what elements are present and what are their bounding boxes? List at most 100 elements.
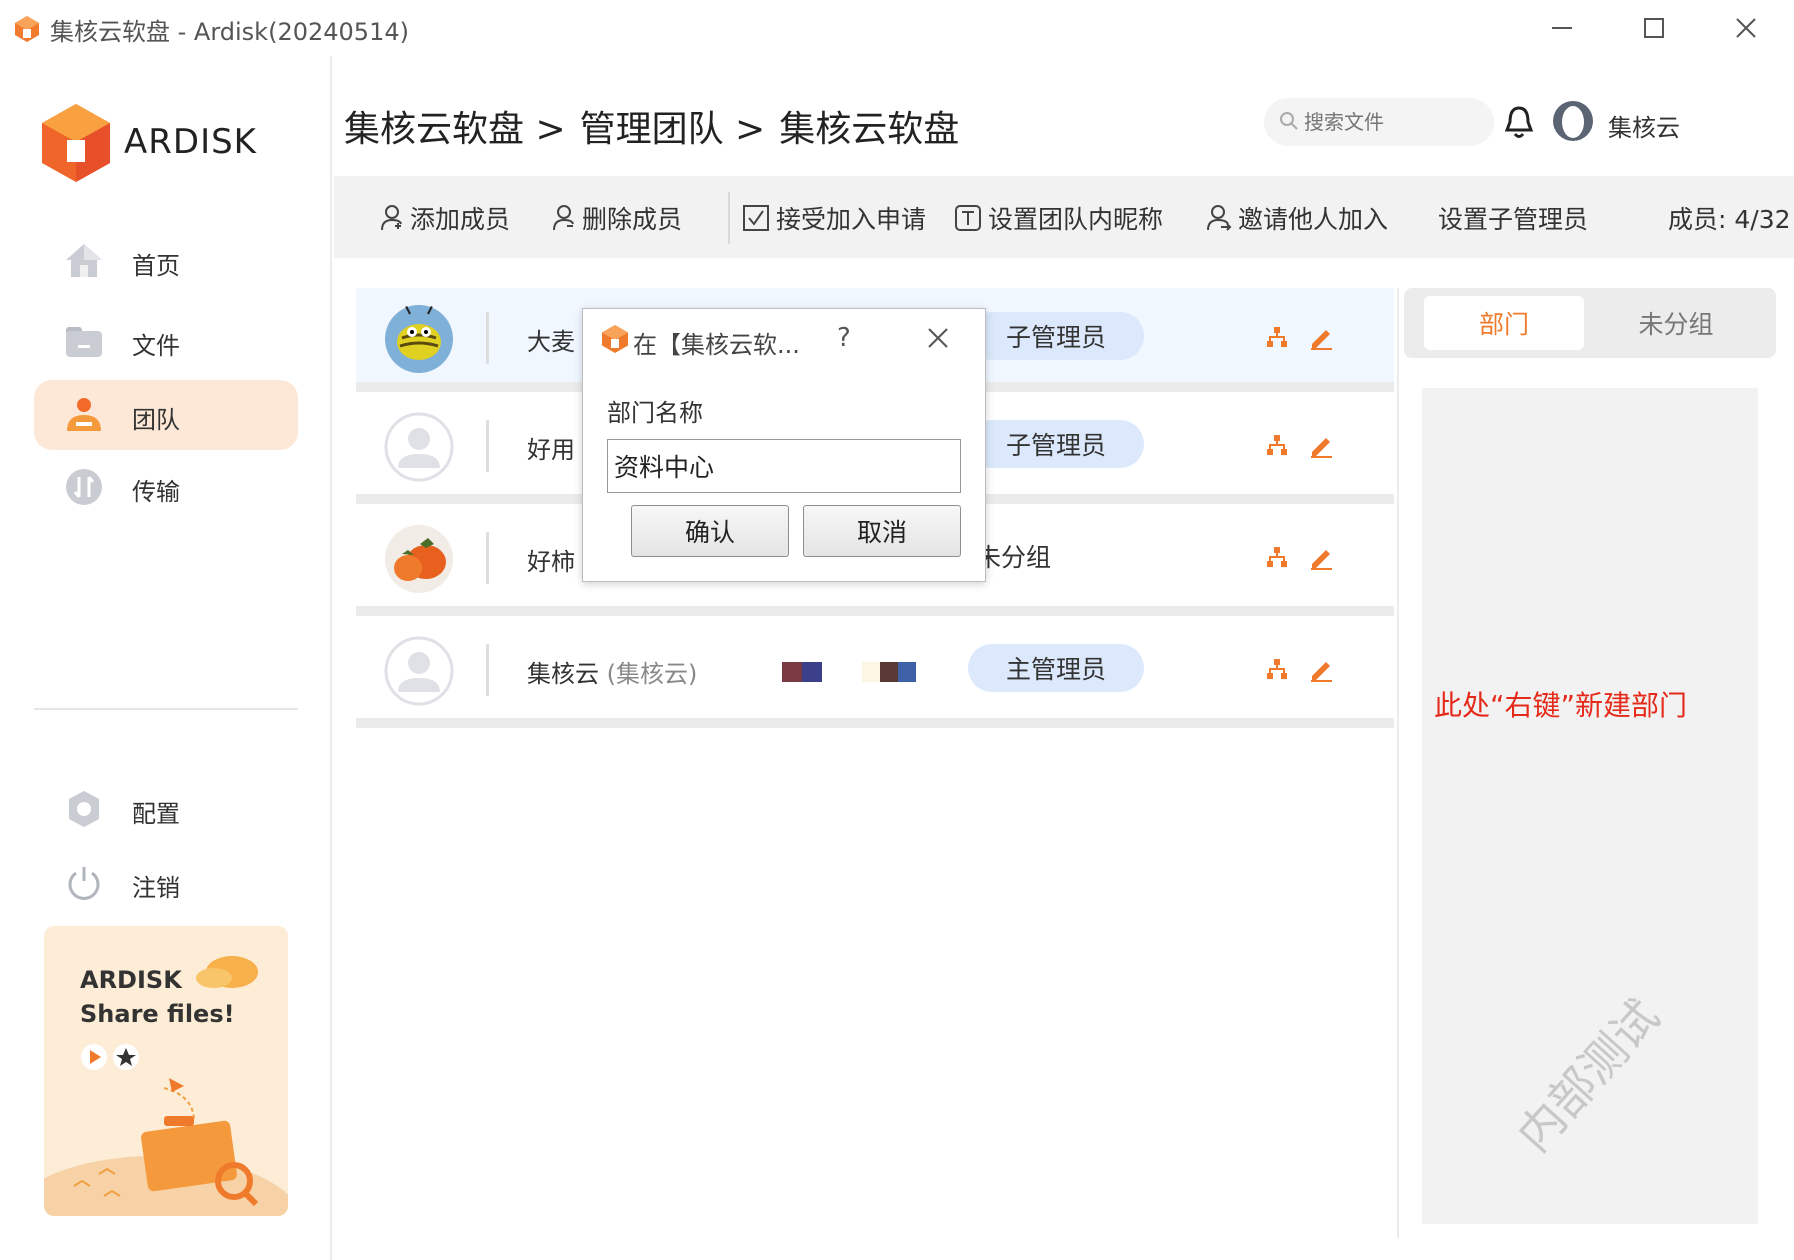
play-star-icon [81, 1044, 139, 1070]
promo-title: ARDISK [80, 966, 182, 994]
power-icon [68, 867, 100, 900]
sidebar: ARDISK 首页 文件 团队 传输 配置 注销 ARDISK Share fi… [0, 56, 332, 1260]
nav-label-logout: 注销 [132, 874, 180, 902]
invite-user-icon [1207, 205, 1232, 231]
set-nickname-button[interactable]: 设置团队内昵称 [954, 198, 1163, 238]
breadcrumb-item-root[interactable]: 集核云软盘 > [344, 100, 566, 152]
search-icon [1280, 112, 1298, 130]
gear-icon [69, 791, 99, 827]
role-badge: 未分组 [976, 543, 1052, 572]
maximize-icon [1644, 18, 1664, 38]
member-name-text: 好柿 [527, 548, 575, 576]
maximize-button[interactable] [1634, 10, 1674, 46]
cancel-button[interactable]: 取消 [803, 505, 961, 557]
team-icon [67, 398, 101, 431]
avatar-default-icon [384, 636, 454, 706]
close-button[interactable] [1726, 10, 1766, 46]
promo-subtitle: Share files! [80, 1000, 235, 1028]
row-divider [486, 532, 489, 584]
edit-icon[interactable] [1308, 324, 1334, 350]
edit-icon[interactable] [1308, 544, 1334, 570]
user-avatar-icon[interactable] [1552, 100, 1594, 142]
dept-tabs: 部门 未分组 [1404, 288, 1776, 358]
edit-icon[interactable] [1308, 432, 1334, 458]
close-icon[interactable] [923, 323, 953, 353]
nav-item-home[interactable]: 首页 [34, 226, 298, 296]
role-badge: 主管理员 [968, 644, 1144, 692]
new-department-dialog: 在【集核云软... ? 部门名称 确认 取消 [582, 308, 986, 582]
nav-item-transfer[interactable]: 传输 [34, 452, 298, 522]
row-divider [486, 312, 489, 364]
member-name-text: 集核云 [527, 660, 599, 688]
minimize-button[interactable] [1542, 10, 1582, 46]
set-sub-admin-button[interactable]: 设置子管理员 [1438, 198, 1588, 238]
role-badge: 子管理员 [968, 312, 1144, 360]
user-name[interactable]: 集核云 [1608, 108, 1680, 143]
member-alias: (集核云) [606, 660, 698, 688]
accept-requests-label: 接受加入申请 [776, 205, 927, 234]
member-name-text: 大麦 [527, 328, 575, 356]
panel-divider [1397, 288, 1399, 1238]
nav-item-team[interactable]: 团队 [34, 380, 298, 450]
member-name-text: 好用 [527, 436, 575, 464]
window-title: 集核云软盘 - Ardisk(20240514) [50, 18, 409, 46]
search-box[interactable] [1264, 98, 1494, 146]
confirm-button[interactable]: 确认 [631, 505, 789, 557]
edit-icon[interactable] [1308, 656, 1334, 682]
close-icon [1736, 18, 1756, 38]
ardisk-logo-icon [42, 104, 110, 182]
delete-member-button[interactable]: 删除成员 [552, 198, 682, 238]
nav-item-files[interactable]: 文件 [34, 306, 298, 376]
redacted-block [862, 662, 880, 682]
row-divider [486, 644, 489, 696]
invite-button[interactable]: 邀请他人加入 [1206, 198, 1388, 238]
checkbox-icon [743, 205, 769, 231]
folder-icon [66, 327, 102, 357]
avatar-default-icon [384, 412, 454, 482]
search-input[interactable] [1304, 106, 1484, 138]
nav-label-team: 团队 [132, 406, 180, 434]
members-count: 成员: 4/32 [1668, 205, 1791, 234]
org-chart-icon[interactable] [1264, 656, 1290, 682]
set-sub-admin-label: 设置子管理员 [1438, 205, 1589, 234]
remove-user-icon [553, 205, 574, 231]
tab-departments[interactable]: 部门 [1424, 296, 1584, 350]
toolbar: 添加成员 删除成员 接受加入申请 设置团队内昵称 邀请他人加入 设置子管理员 成… [334, 176, 1794, 258]
minimize-icon [1552, 27, 1572, 29]
org-chart-icon[interactable] [1264, 544, 1290, 570]
text-edit-icon [955, 205, 981, 231]
annotation-hint: 此处“右键”新建部门 [1434, 689, 1688, 722]
add-member-label: 添加成员 [410, 205, 511, 234]
org-chart-icon[interactable] [1264, 324, 1290, 350]
nav-label-transfer: 传输 [132, 478, 180, 506]
bell-icon[interactable] [1502, 104, 1536, 140]
department-name-input[interactable] [607, 439, 961, 493]
breadcrumb-item-manage[interactable]: 管理团队 > [580, 100, 766, 152]
transfer-icon [66, 469, 102, 505]
member-row[interactable]: 集核云 (集核云) 主管理员 [356, 620, 1394, 720]
row-separator [356, 606, 1394, 616]
accept-requests-button[interactable]: 接受加入申请 [742, 198, 926, 238]
nav-label-settings: 配置 [132, 800, 180, 828]
nav-label-files: 文件 [132, 332, 180, 360]
help-button[interactable]: ? [837, 323, 851, 353]
member-name: 好柿 [527, 542, 575, 577]
tab-ungrouped[interactable]: 未分组 [1596, 296, 1756, 350]
home-icon [66, 244, 102, 277]
redacted-block [898, 662, 916, 682]
nav-item-logout[interactable]: 注销 [34, 848, 298, 918]
role-badge: 子管理员 [968, 420, 1144, 468]
org-chart-icon[interactable] [1264, 432, 1290, 458]
add-member-button[interactable]: 添加成员 [380, 198, 510, 238]
department-name-label: 部门名称 [607, 399, 703, 427]
nav-item-settings[interactable]: 配置 [34, 774, 298, 844]
redacted-block [802, 662, 822, 682]
toolbar-separator [728, 192, 730, 244]
row-divider [486, 420, 489, 472]
delete-member-label: 删除成员 [582, 205, 683, 234]
promo-card[interactable]: ARDISK Share files! [44, 926, 288, 1216]
breadcrumb: 集核云软盘 > 管理团队 > 集核云软盘 [344, 100, 973, 152]
set-nickname-label: 设置团队内昵称 [988, 205, 1164, 234]
member-name: 大麦 [527, 322, 575, 357]
breadcrumb-item-current: 集核云软盘 [779, 109, 960, 150]
